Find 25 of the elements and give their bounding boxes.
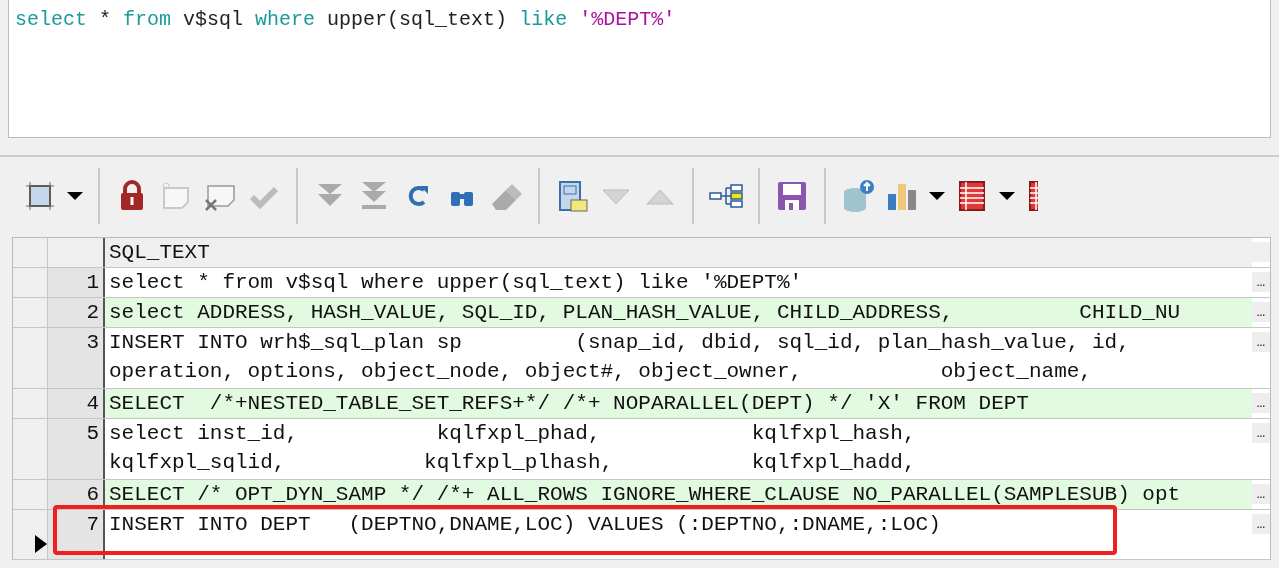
row-selector[interactable] bbox=[13, 510, 48, 559]
sql-query-text[interactable]: select * from v$sql where upper(sql_text) like '%DEPT%' bbox=[9, 0, 682, 40]
caret-icon[interactable] bbox=[66, 191, 84, 201]
header-filler bbox=[1252, 242, 1270, 262]
more-button[interactable]: … bbox=[1252, 332, 1270, 352]
row-number: 1 bbox=[48, 268, 105, 297]
sql-text-cell-text: INSERT INTO wrh$_sql_plan sp (snap_id, dbid, sql_id, plan_hash_value, id, operation, options, object_node, object#, object_owner, object_name, bbox=[108, 330, 1131, 385]
more-button[interactable]: … bbox=[1252, 272, 1270, 292]
more-button[interactable]: … bbox=[1252, 423, 1270, 443]
column-header[interactable]: SQL_TEXT bbox=[105, 238, 1252, 267]
row-number: 5 bbox=[48, 419, 105, 479]
more-button[interactable]: … bbox=[1252, 302, 1270, 322]
row-number: 3 bbox=[48, 328, 105, 388]
sql-text-cell-text: select inst_id, kqlfxpl_phad, kqlfxpl_hash, kqlfxpl_sqlid, kqlfxpl_plhash, kqlfxpl_hadd, bbox=[108, 421, 917, 476]
sql-text-cell: select ADDRESS, HASH_VALUE, SQL_ID, PLAN_HASH_VALUE, CHILD_ADDRESS, CHILD_NU bbox=[105, 298, 1252, 327]
more-button[interactable]: … bbox=[1252, 514, 1270, 534]
caret-icon[interactable] bbox=[998, 191, 1016, 201]
row-number: 2 bbox=[48, 298, 105, 327]
sql-text-cell: SELECT /*+NESTED_TABLE_SET_REFS+*/ /*+ NOPARALLEL(DEPT) */ 'X' FROM DEPT bbox=[105, 389, 1252, 418]
sql-text-cell-text: select * from v$sql where upper(sql_text) like '%DEPT%' bbox=[108, 270, 804, 296]
caret-icon[interactable] bbox=[928, 191, 946, 201]
more-button[interactable]: … bbox=[1252, 393, 1270, 413]
row-number: 4 bbox=[48, 389, 105, 418]
sql-text-cell-text: INSERT INTO DEPT (DEPTNO,DNAME,LOC) VALUES (:DEPTNO,:DNAME,:LOC) bbox=[108, 512, 942, 538]
more-button[interactable]: … bbox=[1252, 484, 1270, 504]
